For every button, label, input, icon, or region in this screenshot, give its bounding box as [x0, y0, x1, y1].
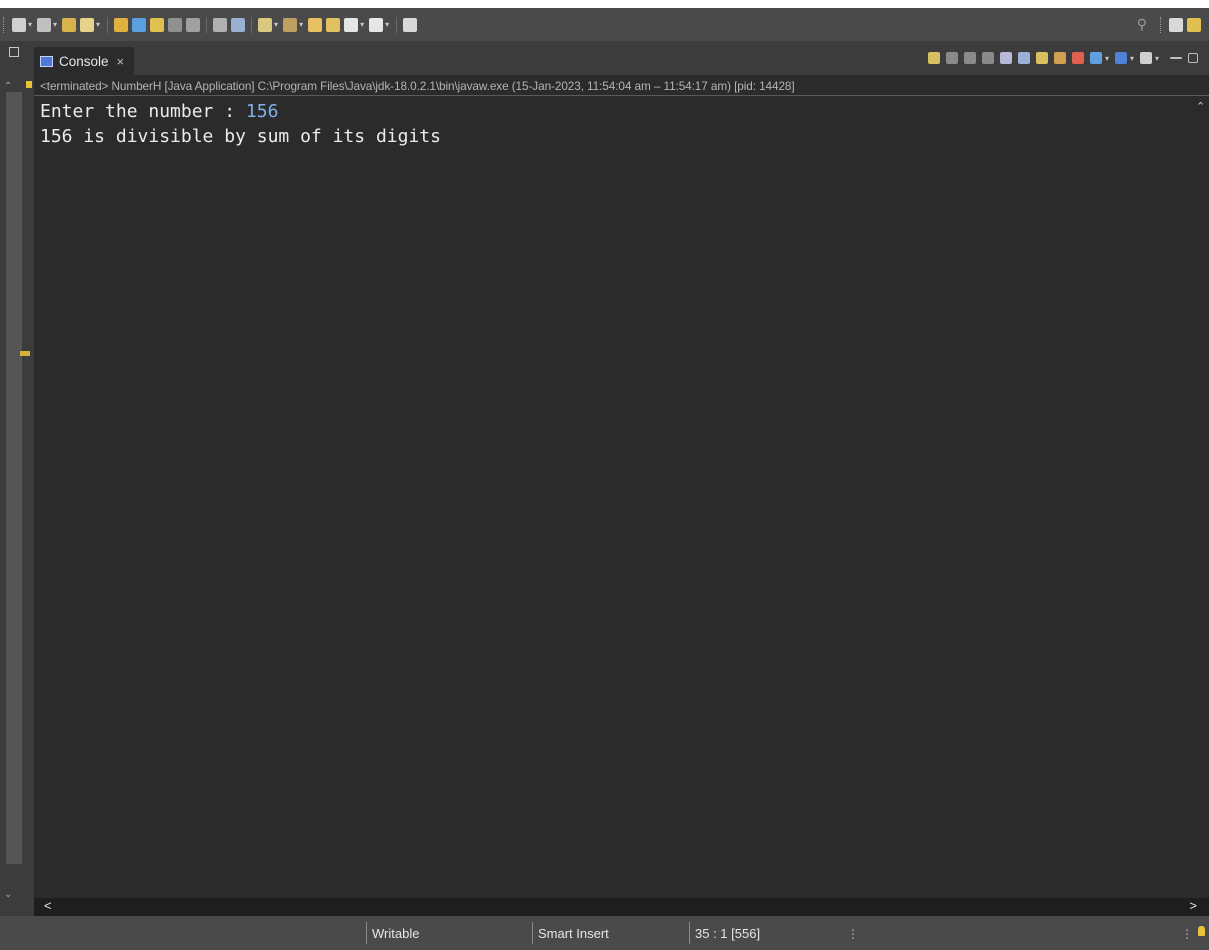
perspective-icon[interactable]: [1169, 17, 1183, 32]
toolbar-separator: [206, 16, 208, 33]
left-trim: ⌃ ⌄: [0, 41, 34, 916]
back-icon[interactable]: [344, 17, 359, 32]
remove-launch-icon[interactable]: [963, 52, 976, 64]
terminate-icon[interactable]: [945, 52, 958, 64]
show-whitespace-icon[interactable]: [186, 17, 201, 32]
java-perspective-icon[interactable]: [1187, 17, 1201, 32]
last-edit-icon[interactable]: [308, 17, 323, 32]
chevron-down-icon[interactable]: ⌄: [4, 889, 12, 900]
chevron-down-icon[interactable]: ▾: [1130, 54, 1134, 63]
pin-console-icon[interactable]: [927, 52, 940, 64]
console-result: 156 is divisible by sum of its digits: [40, 126, 441, 147]
divider: [34, 95, 1209, 96]
scroll-up-icon[interactable]: ⌃: [1196, 100, 1205, 113]
overview-marker: [26, 81, 32, 88]
chevron-down-icon[interactable]: ▾: [1105, 54, 1109, 63]
restore-icon[interactable]: [9, 47, 19, 57]
main-toolbar: ▾ ▾ ▾ ▾ ▾ ▾ ▾ ⚲: [0, 8, 1209, 41]
status-writable: Writable: [365, 922, 420, 944]
display-console-icon[interactable]: [1114, 52, 1127, 64]
overview-ruler: [6, 92, 22, 864]
ruler-marker[interactable]: [20, 351, 30, 356]
close-icon[interactable]: ×: [117, 54, 125, 69]
view-tab-bar: Console × ▾ ▾ ▾: [34, 41, 1209, 75]
status-more-icon[interactable]: ⋮: [847, 927, 859, 941]
toolbar-right: ⚲: [1137, 8, 1203, 41]
debug-icon[interactable]: [213, 17, 228, 32]
status-cursor-position[interactable]: 35 : 1 [556]: [688, 922, 760, 944]
scroll-right-icon[interactable]: >: [1189, 898, 1197, 913]
console-prompt: Enter the number :: [40, 101, 246, 122]
console-output[interactable]: Enter the number : 156 156 is divisible …: [40, 99, 441, 149]
view-toolbar: ▾ ▾ ▾: [925, 41, 1201, 75]
horizontal-scrollbar[interactable]: < >: [34, 898, 1209, 916]
scroll-left-icon[interactable]: <: [44, 898, 52, 913]
chevron-down-icon[interactable]: ▾: [385, 20, 389, 29]
toolbar-separator: [107, 16, 109, 33]
toolbar-grip[interactable]: [3, 16, 6, 33]
process-description: <terminated> NumberH [Java Application] …: [40, 79, 795, 93]
lightbulb-icon[interactable]: [1198, 926, 1205, 936]
new-wizard-icon[interactable]: [12, 17, 26, 32]
brush-icon[interactable]: [80, 17, 95, 32]
status-insert-mode[interactable]: Smart Insert: [532, 922, 609, 944]
console-view: Console × ▾ ▾ ▾ <terminated> NumberH [Java…: [34, 41, 1209, 916]
open-console-icon[interactable]: [1089, 52, 1102, 64]
console-input: 156: [245, 101, 279, 122]
forward-icon[interactable]: [369, 17, 384, 32]
chevron-up-icon[interactable]: ⌃: [4, 81, 12, 92]
toolbar-separator: [251, 16, 253, 33]
vertical-scrollbar[interactable]: ⌃ ⌄: [1193, 96, 1209, 911]
toolbar-grip[interactable]: [1160, 16, 1163, 33]
tab-label: Console: [59, 53, 109, 69]
run-config-icon[interactable]: [37, 17, 52, 32]
run-last-tool-icon[interactable]: [231, 17, 246, 32]
console-icon: [40, 55, 53, 67]
show-on-error-icon[interactable]: [1053, 52, 1066, 64]
show-on-stderr-icon[interactable]: [1071, 52, 1084, 64]
toggle-breadcrumb-icon[interactable]: [150, 17, 165, 32]
chevron-down-icon[interactable]: ▾: [299, 20, 303, 29]
pencil-icon[interactable]: [132, 17, 147, 32]
remove-all-icon[interactable]: [981, 52, 994, 64]
pin-editor-icon[interactable]: [326, 17, 341, 32]
show-on-output-icon[interactable]: [1035, 52, 1048, 64]
view-maximize-icon[interactable]: [1188, 53, 1198, 63]
open-folder-icon[interactable]: [62, 17, 77, 32]
view-minimize-icon[interactable]: [1170, 57, 1182, 59]
chevron-down-icon[interactable]: ▾: [96, 20, 100, 29]
word-wrap-icon[interactable]: [1017, 52, 1030, 64]
next-annotation-icon[interactable]: [258, 17, 273, 32]
tab-console[interactable]: Console ×: [34, 47, 135, 75]
new-console-icon[interactable]: [1139, 52, 1152, 64]
toolbar-separator: [396, 16, 398, 33]
scroll-lock-icon[interactable]: [999, 52, 1012, 64]
eclipse-window: ▾ ▾ ▾ ▾ ▾ ▾ ▾ ⚲ ⌃ ⌄ Console × ▾ ▾ ▾ <terminated>…: [0, 8, 1209, 950]
block-selection-icon[interactable]: [168, 17, 183, 32]
chevron-down-icon[interactable]: ▾: [53, 20, 57, 29]
search-icon[interactable]: ⚲: [1137, 16, 1147, 33]
terminal-icon[interactable]: [403, 17, 418, 32]
chevron-down-icon[interactable]: ▾: [1155, 54, 1159, 63]
status-bar: Writable Smart Insert 35 : 1 [556] ⋮ ⋮: [0, 916, 1209, 950]
chevron-down-icon[interactable]: ▾: [274, 20, 278, 29]
chevron-down-icon[interactable]: ▾: [28, 20, 32, 29]
prev-annotation-icon[interactable]: [283, 17, 298, 32]
open-type-icon[interactable]: [114, 17, 129, 32]
chevron-down-icon[interactable]: ▾: [360, 20, 364, 29]
status-grip: ⋮: [1181, 927, 1193, 941]
